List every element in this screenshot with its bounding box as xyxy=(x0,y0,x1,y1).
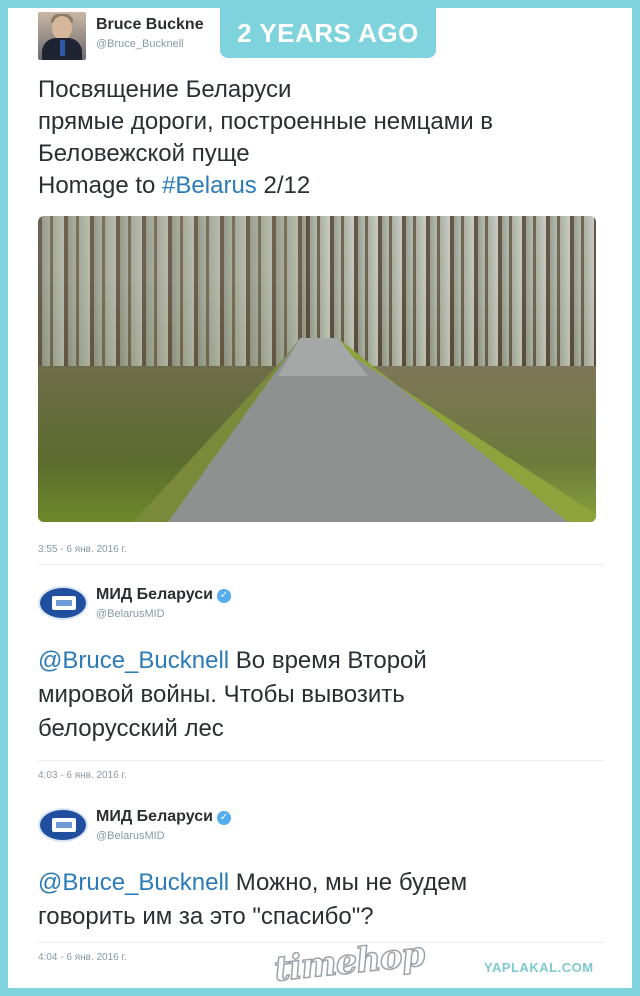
timehop-card: Bruce Buckne @Bruce_Bucknell 2 YEARS AGO… xyxy=(8,8,632,988)
ministry-logo-inner xyxy=(52,818,76,832)
photo-road xyxy=(133,338,596,522)
reply1-mention[interactable]: @Bruce_Bucknell xyxy=(38,647,229,674)
reply2-user-handle[interactable]: @BelarusMID xyxy=(96,830,165,842)
tweet1-timestamp[interactable]: 3:55 - 6 янв. 2016 г. xyxy=(38,544,127,555)
reply1-user-name[interactable]: МИД Беларуси ✓ xyxy=(96,586,231,604)
avatar-head xyxy=(52,16,72,40)
belarus-hashtag[interactable]: #Belarus xyxy=(162,172,257,199)
reply1-text: @Bruce_Bucknell Во время Второй мировой … xyxy=(38,644,608,746)
reply1-user-handle[interactable]: @BelarusMID xyxy=(96,608,165,620)
reply2-user-name[interactable]: МИД Беларуси ✓ xyxy=(96,808,231,826)
reply1-line-1: @Bruce_Bucknell Во время Второй xyxy=(38,644,608,678)
bruce-bucknell-avatar[interactable] xyxy=(38,12,86,60)
ministry-logo-icon[interactable] xyxy=(38,808,88,842)
divider-3 xyxy=(38,942,604,943)
tweet1-line-4-prefix: Homage to xyxy=(38,172,163,199)
tweet1-line-4-suffix: 2/12 xyxy=(256,172,311,199)
reply1-timestamp[interactable]: 4:03 - 6 янв. 2016 г. xyxy=(38,770,127,781)
reply1-line-3: белорусский лес xyxy=(38,715,224,742)
reply1-user-name-text: МИД Беларуси xyxy=(96,586,213,603)
avatar-tie xyxy=(60,40,65,56)
reply1-line-1-rest: Во время Второй xyxy=(229,647,427,674)
ministry-logo-inner xyxy=(52,596,76,610)
reply1-line-2: мировой войны. Чтобы вывозить xyxy=(38,681,405,708)
tweet1-line-2: прямые дороги, построенные немцами в xyxy=(38,108,494,135)
reply2-line-1-rest: Можно, мы не будем xyxy=(229,869,468,896)
verified-badge-icon: ✓ xyxy=(216,811,231,825)
reply2-timestamp[interactable]: 4:04 - 6 янв. 2016 г. xyxy=(38,952,127,963)
forest-road-photo[interactable] xyxy=(38,216,596,522)
tweet1-line-3: Беловежской пуще xyxy=(38,140,250,167)
tweet1-user-handle[interactable]: @Bruce_Bucknell xyxy=(96,38,184,50)
reply2-line-1: @Bruce_Bucknell Можно, мы не будем xyxy=(38,866,608,900)
yaplakal-watermark: YAPLAKAL.COM xyxy=(484,960,594,975)
tweet1-line-4: Homage to #Belarus 2/12 xyxy=(38,170,608,202)
reply2-user-name-text: МИД Беларуси xyxy=(96,808,213,825)
divider-1 xyxy=(38,564,604,565)
divider-2 xyxy=(38,760,604,761)
reply2-line-2: говорить им за это "спасибо"? xyxy=(38,903,374,930)
tweet1-user-name[interactable]: Bruce Buckne xyxy=(96,16,204,34)
ministry-logo-icon[interactable] xyxy=(38,586,88,620)
reply2-text: @Bruce_Bucknell Можно, мы не будем говор… xyxy=(38,866,608,934)
verified-badge-icon: ✓ xyxy=(216,589,231,603)
reply2-mention[interactable]: @Bruce_Bucknell xyxy=(38,869,229,896)
tweet1-line-1: Посвящение Беларуси xyxy=(38,76,292,103)
years-ago-badge: 2 YEARS AGO xyxy=(220,8,436,58)
tweet1-text: Посвящение Беларуси прямые дороги, постр… xyxy=(38,74,608,202)
